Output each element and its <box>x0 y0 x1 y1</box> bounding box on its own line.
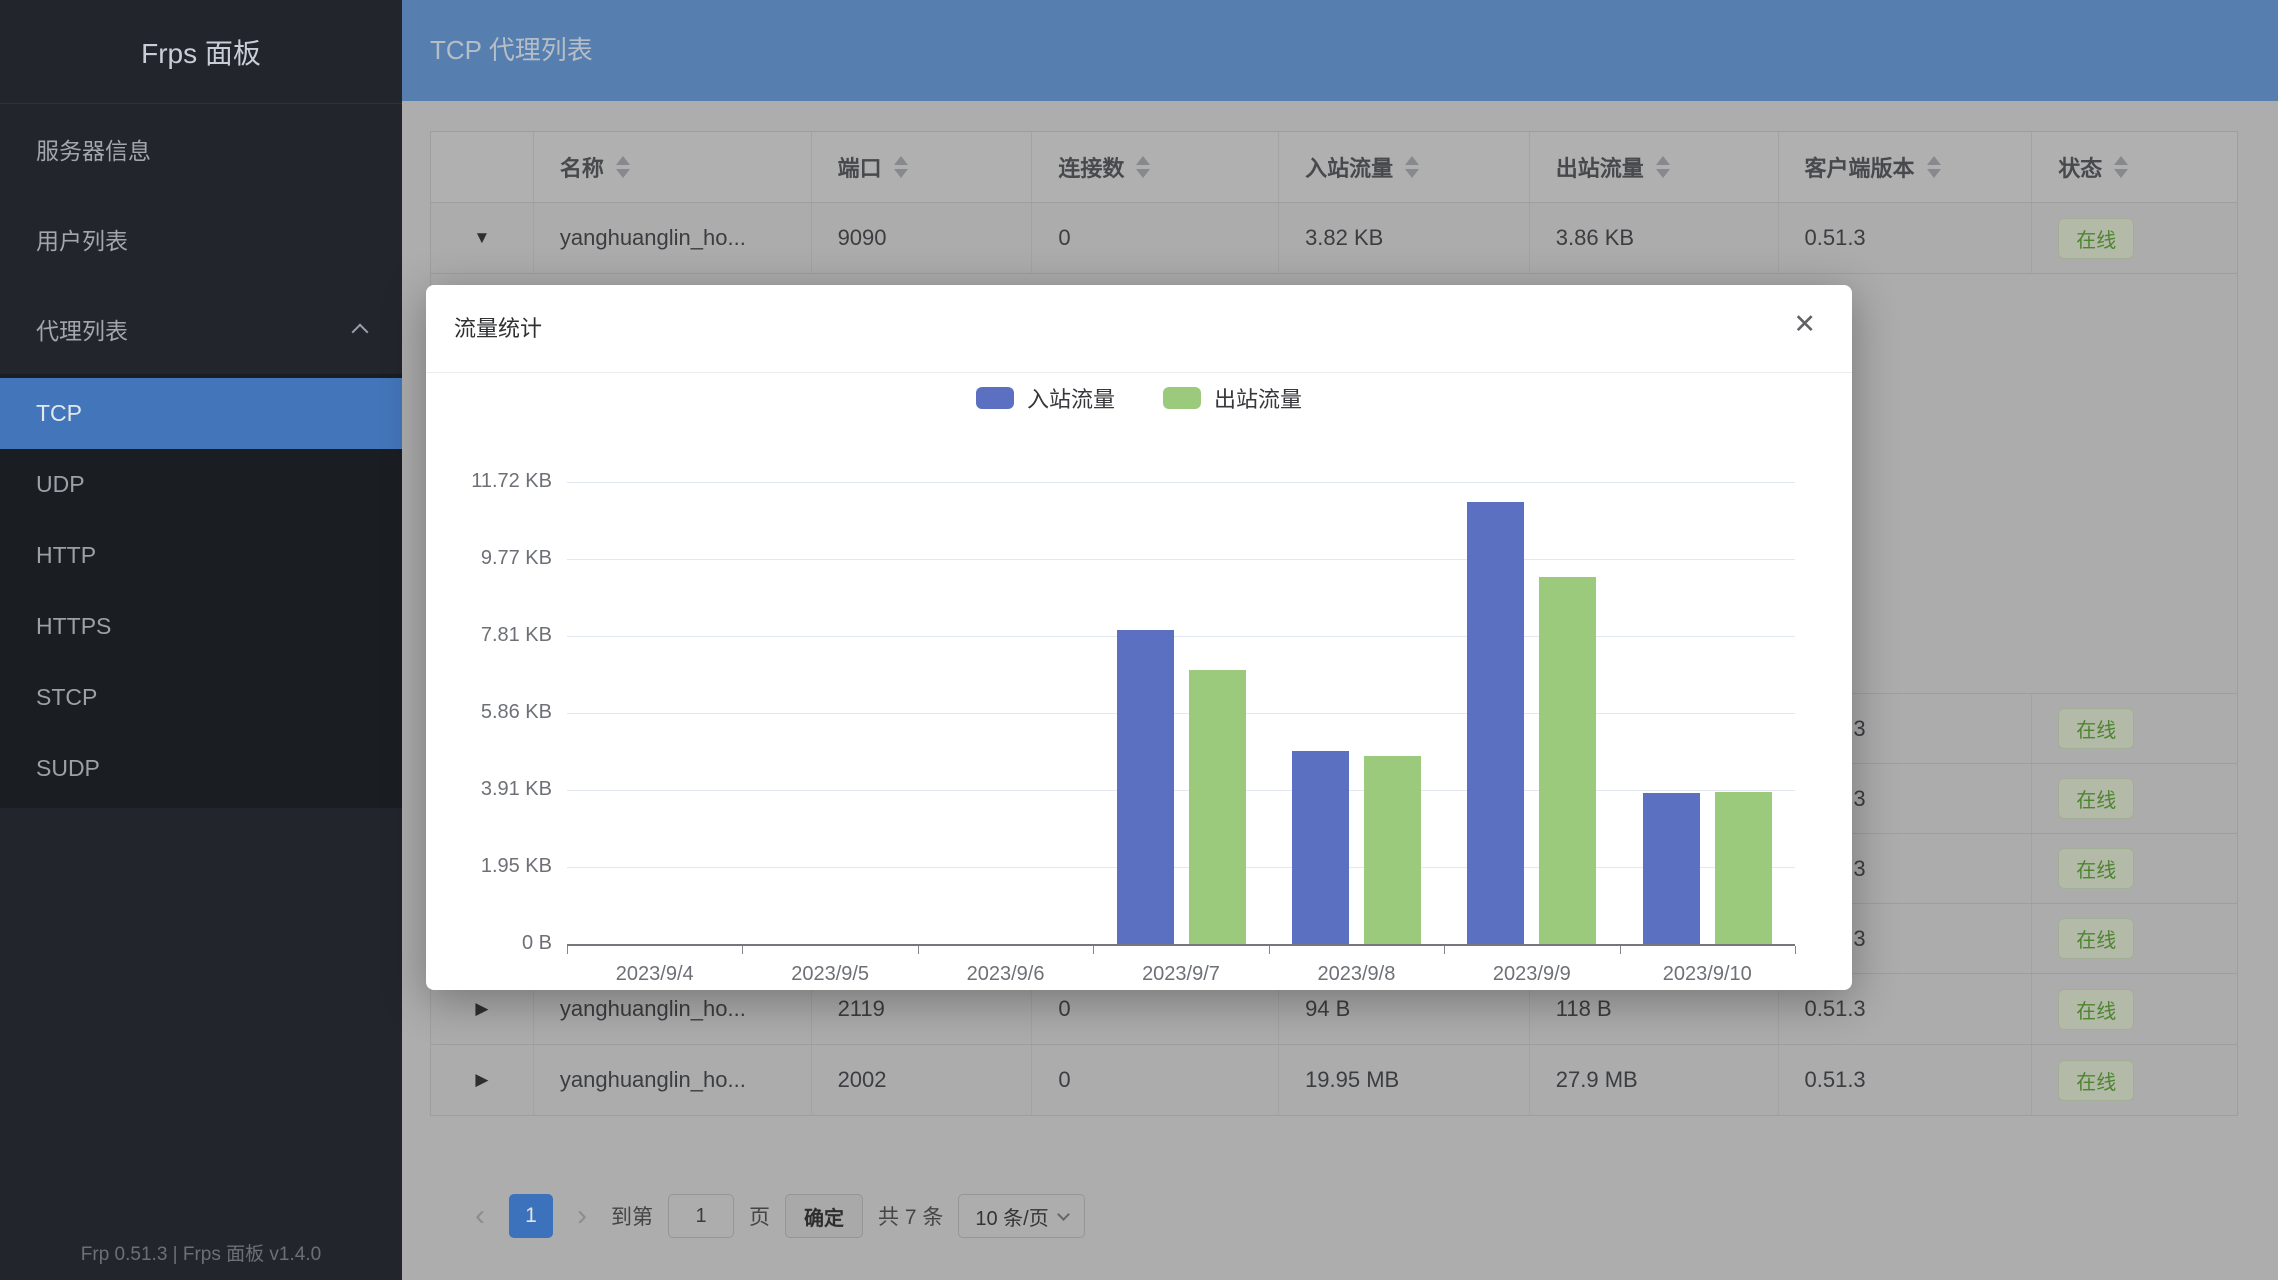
sidebar-item-proxy-list[interactable]: 代理列表 <box>0 284 402 374</box>
outbound-bar-2023/9/9 <box>1539 577 1596 944</box>
sidebar: Frps 面板 服务器信息用户列表代理列表 TCPUDPHTTPHTTPSSTC… <box>0 0 402 1280</box>
x-axis-tick-label: 2023/9/10 <box>1627 963 1787 986</box>
sidebar-submenu: TCPUDPHTTPHTTPSSTCPSUDP <box>0 374 402 808</box>
axis-tick <box>918 946 919 954</box>
gridline <box>567 559 1795 560</box>
x-axis-line <box>567 944 1795 946</box>
axis-tick <box>742 946 743 954</box>
sidebar-item-udp[interactable]: UDP <box>0 449 402 520</box>
dialog-title: 流量统计 <box>454 285 542 373</box>
axis-tick <box>1444 946 1445 954</box>
traffic-chart: 入站流量 出站流量 0 B 1.95 KB 3.91 KB 5.86 KB 7.81 K… <box>426 373 1852 990</box>
inbound-bar-2023/9/8 <box>1292 751 1349 944</box>
axis-tick <box>1795 946 1796 954</box>
outbound-swatch-icon <box>1163 387 1201 409</box>
version-footer: Frp 0.51.3 | Frps 面板 v1.4.0 <box>0 1239 402 1266</box>
close-icon[interactable]: ✕ <box>1793 309 1816 340</box>
y-axis-tick-label: 0 B <box>426 932 552 955</box>
sidebar-item-label: 服务器信息 <box>36 132 151 166</box>
sidebar-menu: 服务器信息用户列表代理列表 <box>0 104 402 374</box>
y-axis-tick-label: 11.72 KB <box>426 470 552 493</box>
axis-tick <box>1620 946 1621 954</box>
sidebar-item-sudp[interactable]: SUDP <box>0 733 402 804</box>
sidebar-item-https[interactable]: HTTPS <box>0 591 402 662</box>
sidebar-item-http[interactable]: HTTP <box>0 520 402 591</box>
y-axis-tick-label: 3.91 KB <box>426 778 552 801</box>
sidebar-item-stcp[interactable]: STCP <box>0 662 402 733</box>
gridline <box>567 713 1795 714</box>
axis-tick <box>1269 946 1270 954</box>
traffic-stats-dialog: 流量统计 ✕ 入站流量 出站流量 0 B 1.95 KB 3.91 KB 5.86 K… <box>426 285 1852 990</box>
inbound-bar-2023/9/7 <box>1117 630 1174 944</box>
legend-item-outbound[interactable]: 出站流量 <box>1163 382 1302 414</box>
outbound-bar-2023/9/7 <box>1189 670 1246 944</box>
x-axis-tick-label: 2023/9/9 <box>1452 963 1612 986</box>
dialog-header: 流量统计 ✕ <box>426 285 1852 373</box>
sidebar-item-label: 代理列表 <box>36 312 128 346</box>
legend-label-outbound: 出站流量 <box>1214 382 1302 414</box>
gridline <box>567 790 1795 791</box>
frps-dashboard: Frps 面板 服务器信息用户列表代理列表 TCPUDPHTTPHTTPSSTC… <box>0 0 2278 1280</box>
outbound-bar-2023/9/8 <box>1364 756 1421 944</box>
y-axis-tick-label: 7.81 KB <box>426 624 552 647</box>
y-axis-tick-label: 5.86 KB <box>426 701 552 724</box>
x-axis-tick-label: 2023/9/7 <box>1101 963 1261 986</box>
outbound-bar-2023/9/10 <box>1715 792 1772 944</box>
gridline <box>567 636 1795 637</box>
y-axis-tick-label: 1.95 KB <box>426 855 552 878</box>
inbound-swatch-icon <box>976 387 1014 409</box>
y-axis-tick-label: 9.77 KB <box>426 547 552 570</box>
gridline <box>567 482 1795 483</box>
axis-tick <box>1093 946 1094 954</box>
sidebar-item-server-info[interactable]: 服务器信息 <box>0 104 402 194</box>
x-axis-tick-label: 2023/9/4 <box>575 963 735 986</box>
sidebar-item-tcp[interactable]: TCP <box>0 378 402 449</box>
inbound-bar-2023/9/10 <box>1643 793 1700 944</box>
legend-label-inbound: 入站流量 <box>1027 382 1115 414</box>
chart-legend: 入站流量 出站流量 <box>426 382 1852 414</box>
sidebar-item-user-list[interactable]: 用户列表 <box>0 194 402 284</box>
app-title: Frps 面板 <box>141 32 261 72</box>
x-axis-tick-label: 2023/9/6 <box>926 963 1086 986</box>
axis-tick <box>567 946 568 954</box>
sidebar-item-label: 用户列表 <box>36 222 128 256</box>
x-axis-tick-label: 2023/9/8 <box>1276 963 1436 986</box>
sidebar-header: Frps 面板 <box>0 0 402 104</box>
legend-item-inbound[interactable]: 入站流量 <box>976 382 1115 414</box>
x-axis-tick-label: 2023/9/5 <box>750 963 910 986</box>
gridline <box>567 867 1795 868</box>
chevron-up-icon <box>352 324 369 341</box>
inbound-bar-2023/9/9 <box>1467 502 1524 944</box>
